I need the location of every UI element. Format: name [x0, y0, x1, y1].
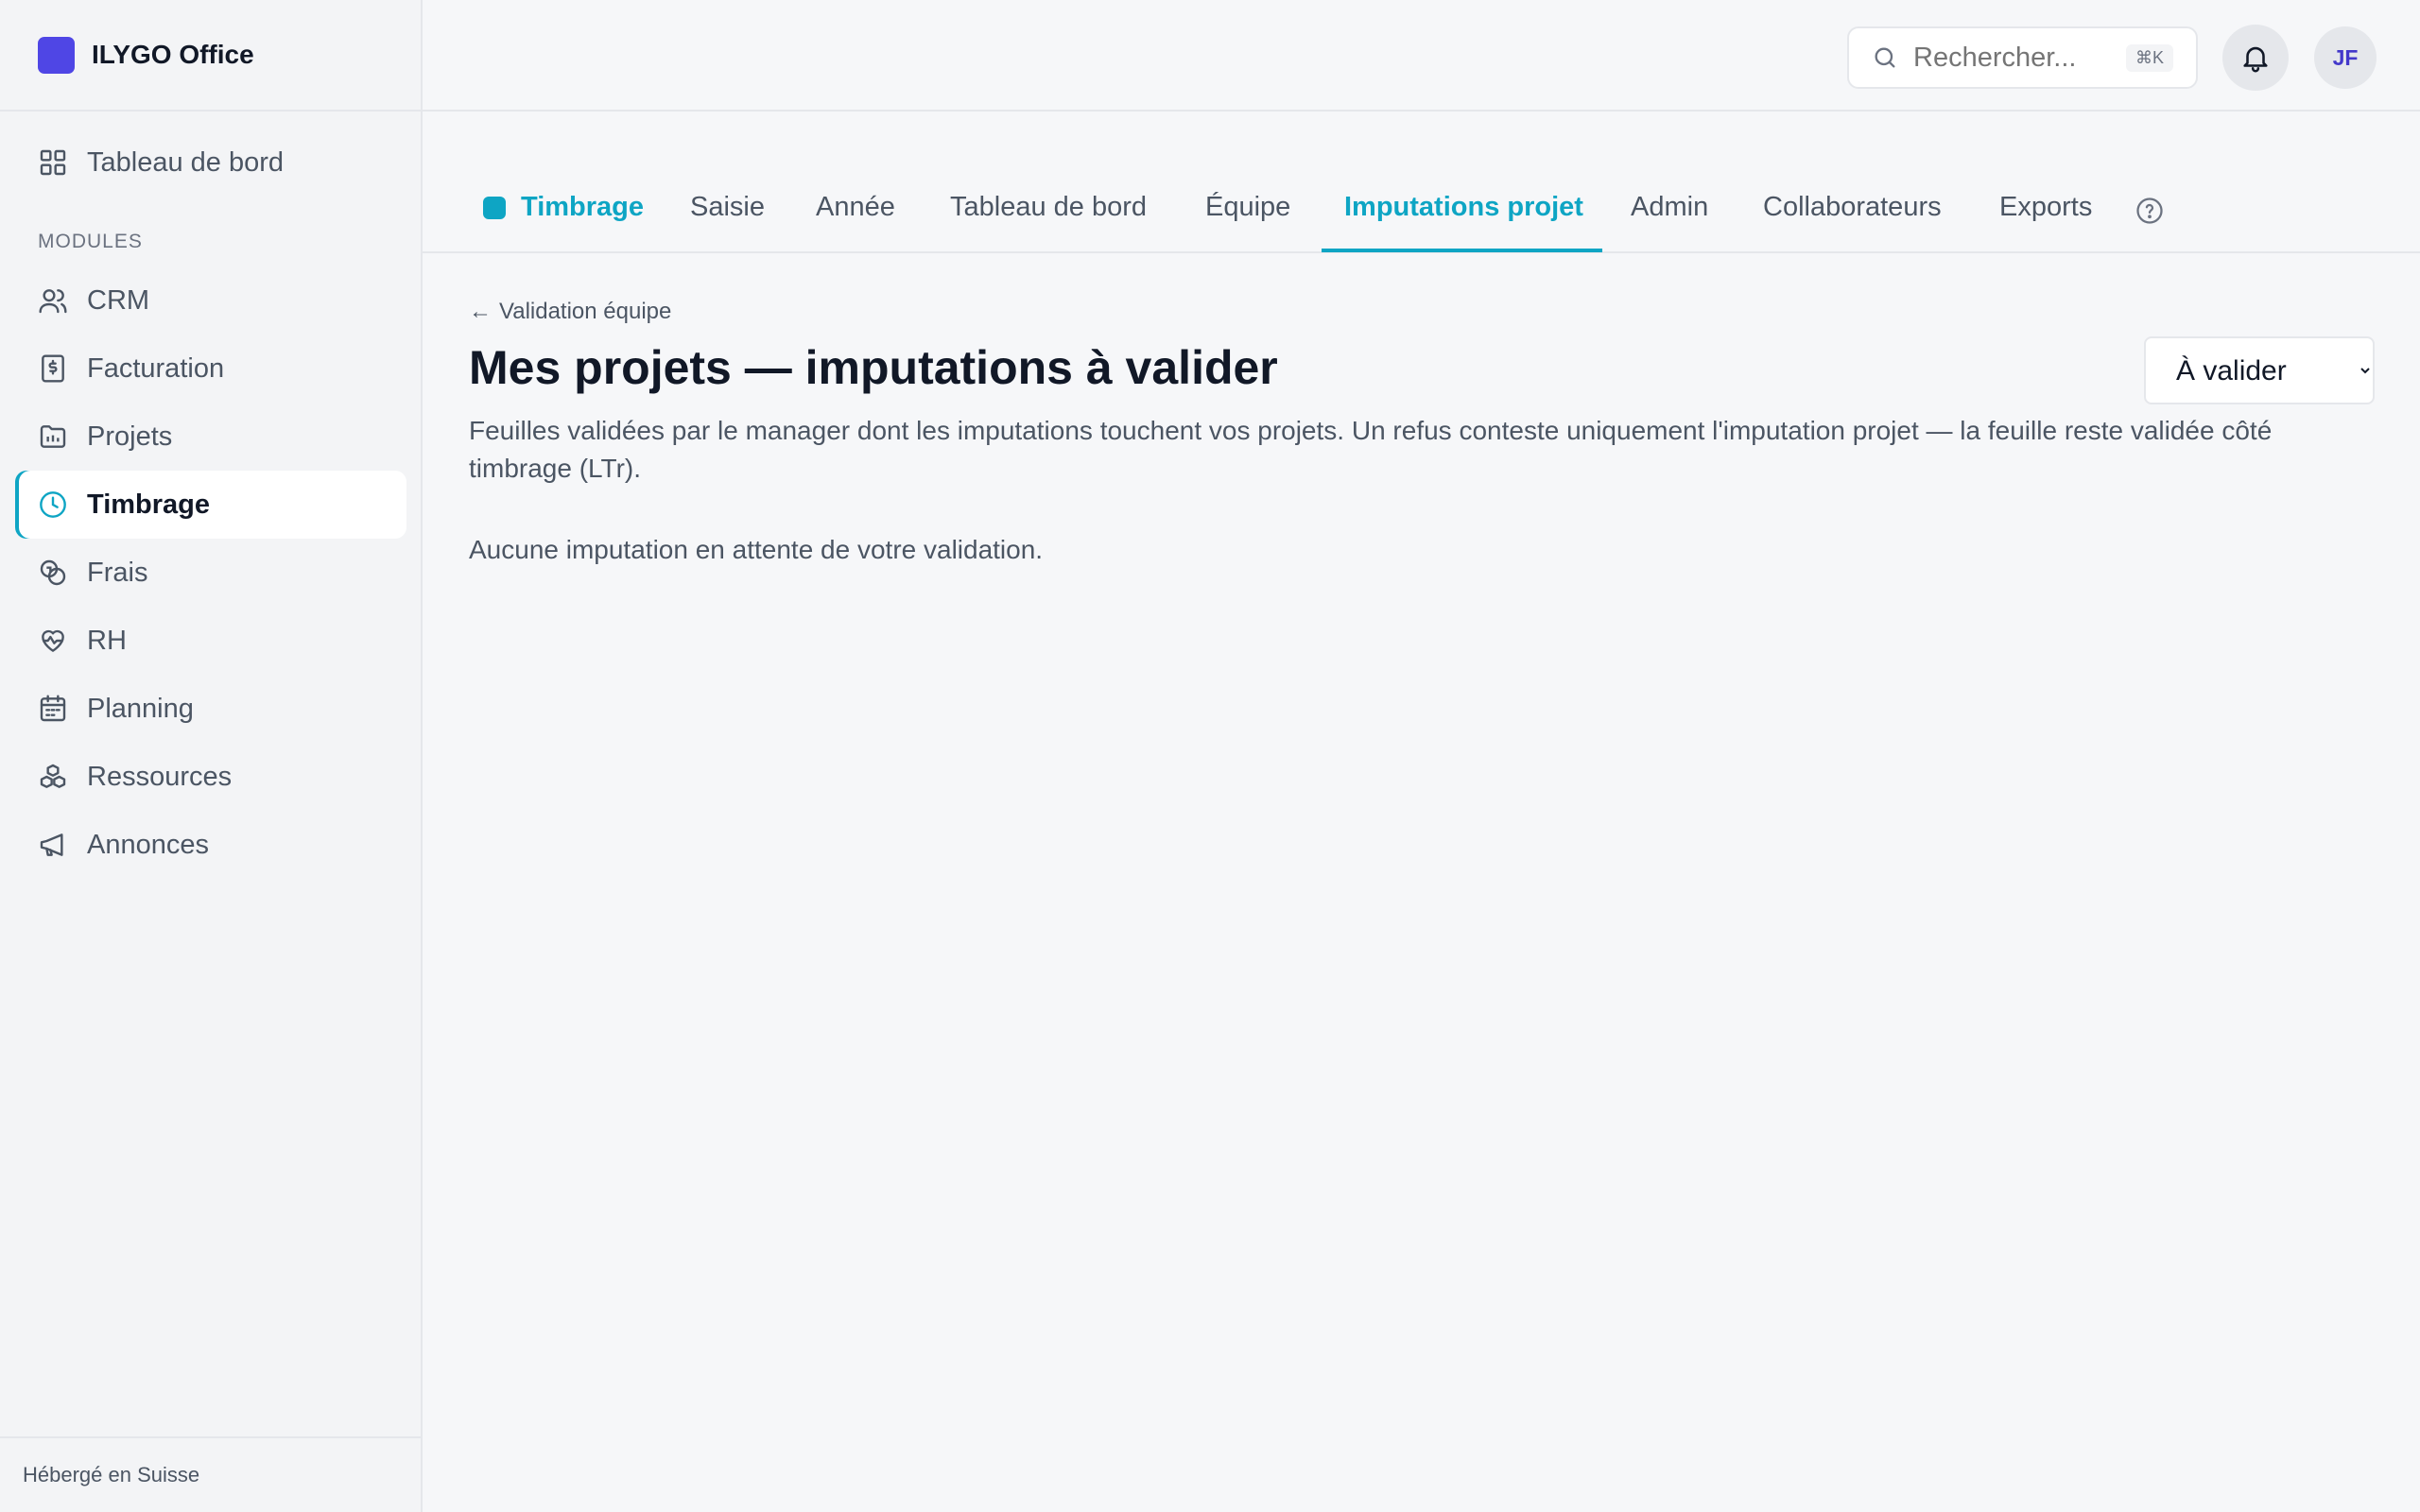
sidebar-item-planning[interactable]: Planning: [15, 675, 406, 743]
sidebar-section-title: MODULES: [38, 231, 143, 252]
topbar: ⌘K JF: [423, 0, 2420, 112]
megaphone-icon: [40, 833, 63, 856]
sidebar-item-label: Ressources: [87, 761, 233, 792]
tab-saisie[interactable]: Saisie: [690, 192, 765, 223]
brand[interactable]: ILYGO Office: [0, 0, 421, 112]
help-icon[interactable]: [2135, 197, 2164, 225]
active-tab-indicator: [1322, 249, 1602, 252]
sidebar-item-crm[interactable]: CRM: [15, 266, 406, 335]
empty-state-message: Aucune imputation en attente de votre va…: [469, 535, 1044, 564]
tab-admin[interactable]: Admin: [1631, 192, 1708, 223]
sidebar-item-label: Frais: [87, 557, 148, 588]
module-dot-icon: [483, 196, 506, 219]
search-box[interactable]: ⌘K: [1847, 26, 2198, 89]
sidebar: ILYGO Office Tableau de bord MODULES CRM…: [0, 0, 423, 1512]
search-input[interactable]: [1913, 42, 2121, 74]
users-icon: [39, 289, 67, 314]
sidebar-item-label: Facturation: [87, 352, 225, 384]
tab-tableau-de-bord[interactable]: Tableau de bord: [950, 192, 1147, 223]
tab-imputations-projet[interactable]: Imputations projet: [1344, 192, 1583, 223]
sidebar-item-rh[interactable]: RH: [15, 607, 406, 675]
sidebar-item-timbrage[interactable]: Timbrage: [15, 471, 406, 539]
brand-name: ILYGO Office: [92, 40, 254, 69]
tab-annee[interactable]: Année: [816, 192, 895, 223]
calendar-icon: [40, 695, 66, 722]
boxes-icon: [40, 764, 66, 788]
sidebar-item-label: Tableau de bord: [87, 146, 284, 178]
sidebar-item-dashboard[interactable]: Tableau de bord: [15, 129, 406, 197]
tab-collaborateurs[interactable]: Collaborateurs: [1763, 192, 1942, 223]
search-icon: [1875, 47, 1895, 68]
page-title: Mes projets — imputations à valider: [469, 341, 1278, 394]
sidebar-item-facturation[interactable]: Facturation: [15, 335, 406, 403]
bell-icon: [2243, 46, 2268, 73]
tab-timbrage-home[interactable]: Timbrage: [483, 192, 644, 223]
heart-pulse-icon: [42, 629, 64, 652]
back-link[interactable]: ← Validation équipe: [469, 299, 671, 325]
back-link-label: Validation équipe: [499, 299, 672, 324]
hosting-note: Hébergé en Suisse: [0, 1436, 421, 1512]
coins-icon: [40, 559, 66, 586]
grid-icon: [40, 149, 66, 176]
sidebar-item-label: CRM: [87, 284, 150, 316]
brand-logo: [38, 36, 75, 74]
avatar[interactable]: JF: [2314, 26, 2377, 89]
notifications-button[interactable]: [2222, 25, 2289, 91]
sidebar-item-frais[interactable]: Frais: [15, 539, 406, 607]
sidebar-item-label: Projets: [87, 421, 173, 452]
arrow-left-icon: ←: [469, 299, 492, 324]
clock-icon: [40, 491, 66, 518]
sidebar-item-label: Annonces: [87, 829, 209, 860]
search-shortcut: ⌘K: [2125, 44, 2173, 72]
sidebar-item-label: RH: [87, 625, 127, 656]
module-tabs: Timbrage Saisie Année Tableau de bord Éq…: [423, 112, 2420, 253]
sidebar-item-annonces[interactable]: Annonces: [15, 811, 406, 879]
sidebar-item-label: Planning: [87, 693, 194, 724]
tab-equipe[interactable]: Équipe: [1205, 192, 1290, 223]
folder-icon: [40, 425, 66, 448]
page-description: Feuilles validées par le manager dont le…: [469, 416, 2273, 483]
sidebar-item-label: Timbrage: [87, 489, 211, 520]
status-filter-select[interactable]: À valider: [2144, 336, 2375, 404]
tab-exports[interactable]: Exports: [1999, 192, 2092, 223]
sidebar-item-projets[interactable]: Projets: [15, 403, 406, 471]
tab-label: Timbrage: [521, 192, 645, 222]
sidebar-item-ressources[interactable]: Ressources: [15, 743, 406, 811]
receipt-icon: [42, 354, 64, 383]
